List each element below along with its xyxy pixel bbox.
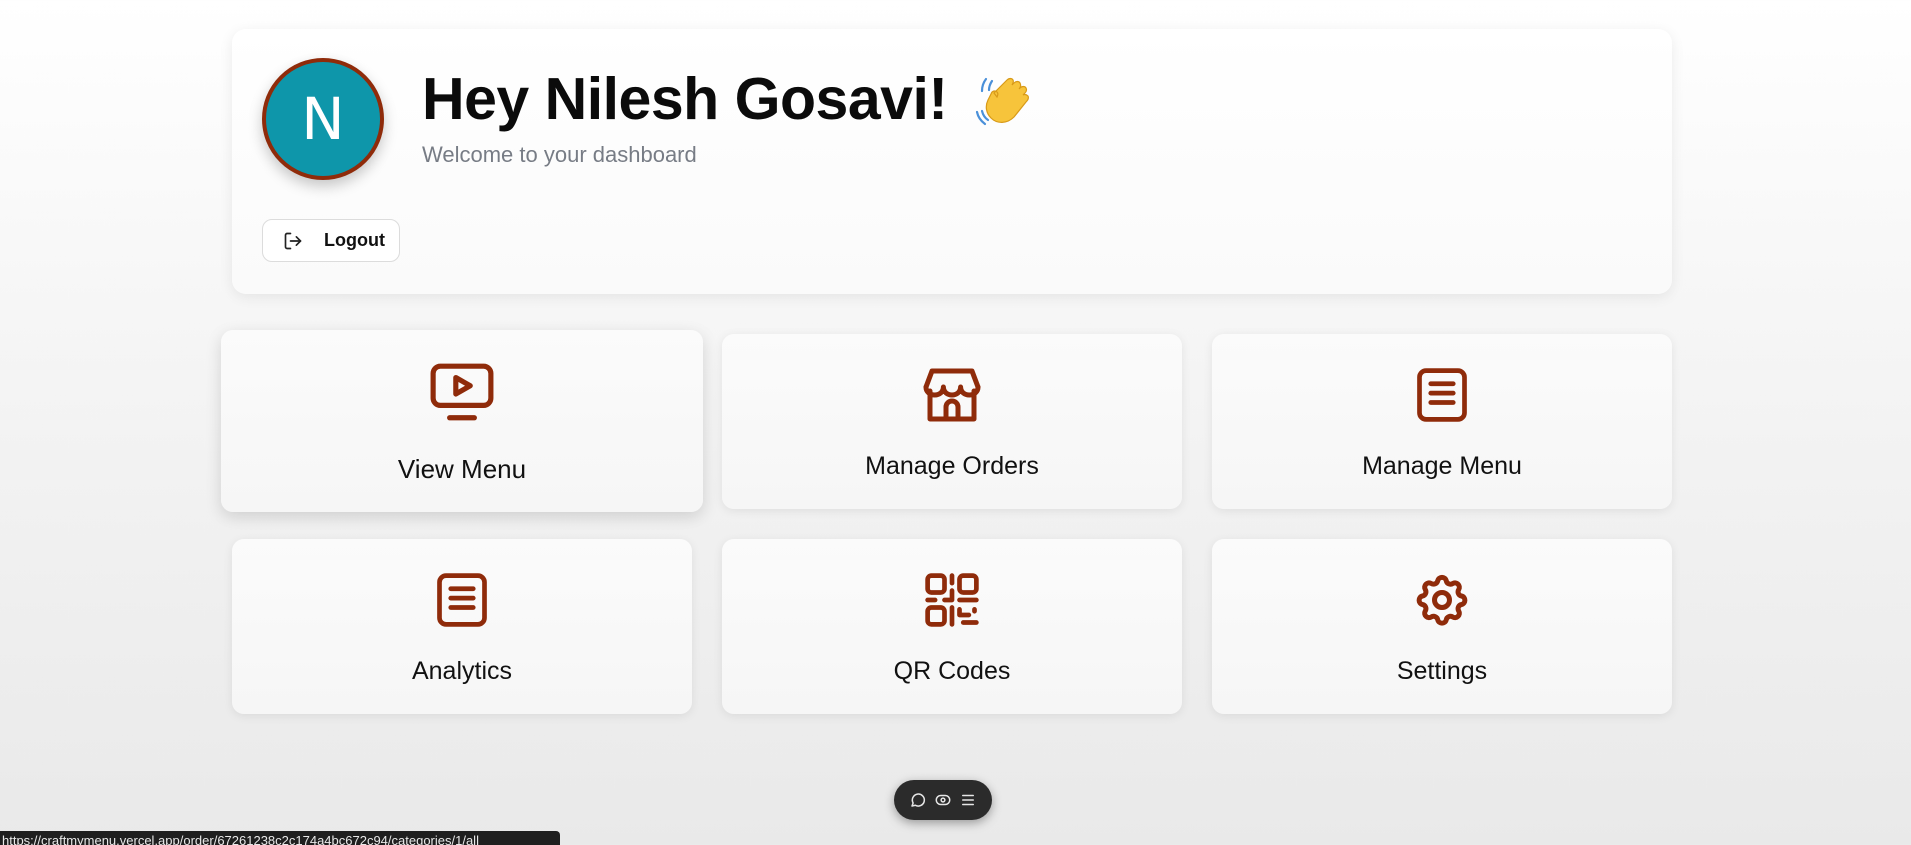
document-lines-icon bbox=[429, 567, 495, 633]
chat-bubble-icon[interactable] bbox=[909, 791, 927, 809]
eye-toggle-icon[interactable] bbox=[934, 791, 952, 809]
document-lines-icon bbox=[1409, 362, 1475, 428]
settings-card[interactable]: Settings bbox=[1212, 539, 1672, 714]
manage-orders-label: Manage Orders bbox=[865, 452, 1039, 480]
waving-hand-icon bbox=[970, 67, 1034, 131]
view-menu-card[interactable]: View Menu bbox=[221, 330, 703, 512]
avatar: N bbox=[262, 58, 384, 180]
analytics-label: Analytics bbox=[411, 657, 513, 685]
gear-icon bbox=[1409, 567, 1475, 633]
menu-lines-icon[interactable] bbox=[959, 791, 977, 809]
settings-label: Settings bbox=[1396, 657, 1488, 685]
logout-label: Logout bbox=[324, 230, 385, 250]
dashboard-subtitle: Welcome to your dashboard bbox=[422, 142, 697, 167]
manage-orders-card[interactable]: Manage Orders bbox=[722, 334, 1182, 509]
welcome-card: N Hey Nilesh Gosavi! Welcome to your das… bbox=[232, 29, 1672, 294]
view-menu-label: View Menu bbox=[397, 454, 527, 484]
manage-menu-label: Manage Menu bbox=[1362, 452, 1522, 480]
manage-menu-card[interactable]: Manage Menu bbox=[1212, 334, 1672, 509]
qr-code-icon bbox=[919, 567, 985, 633]
qr-codes-card[interactable]: QR Codes bbox=[722, 539, 1182, 714]
greeting-row: Hey Nilesh Gosavi! bbox=[422, 65, 1034, 133]
logout-button[interactable]: Logout bbox=[262, 219, 400, 262]
qr-codes-label: QR Codes bbox=[893, 657, 1011, 685]
status-bar-url: https://craftmymenu.vercel.app/order/672… bbox=[0, 831, 560, 845]
store-icon bbox=[919, 362, 985, 428]
avatar-initial: N bbox=[301, 85, 345, 153]
monitor-play-icon bbox=[429, 360, 495, 426]
logout-icon bbox=[283, 231, 303, 251]
page-title: Hey Nilesh Gosavi! bbox=[422, 66, 948, 132]
analytics-card[interactable]: Analytics bbox=[232, 539, 692, 714]
floating-toolbar bbox=[894, 780, 992, 820]
